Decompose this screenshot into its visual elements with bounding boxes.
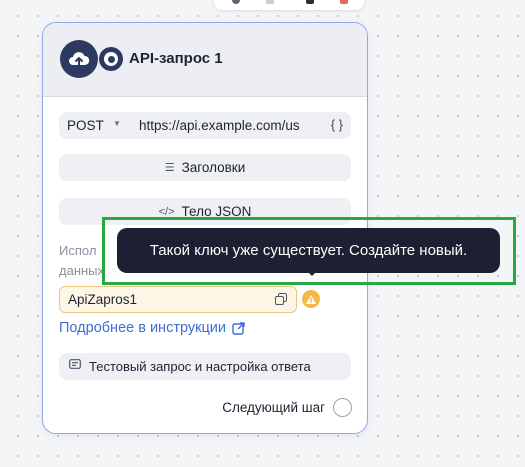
key-input[interactable]: ApiZapros1	[59, 286, 297, 313]
key-hint-line: данных	[59, 263, 105, 278]
message-icon	[69, 359, 81, 374]
warning-icon[interactable]	[302, 290, 320, 308]
node-title: API-запрос 1	[129, 50, 223, 67]
list-icon: ☰	[164, 162, 175, 174]
code-icon: </>	[158, 205, 175, 218]
tooltip-text: Такой ключ уже существует. Создайте новы…	[149, 242, 468, 259]
docs-link[interactable]: Подробнее в инструкции	[59, 320, 245, 336]
headers-label: Заголовки	[181, 160, 246, 175]
next-step-label: Следующий шаг	[222, 400, 325, 415]
docs-link-text[interactable]: Подробнее в инструкции	[59, 320, 226, 336]
target-icon	[99, 47, 123, 71]
method-select[interactable]: POST	[67, 118, 104, 133]
tooltip-highlight: Такой ключ уже существует. Создайте новы…	[102, 217, 516, 285]
test-request-label: Тестовый запрос и настройка ответа	[89, 359, 311, 374]
request-row: POST ▼ https://api.example.com/us { }	[59, 112, 351, 139]
upload-cloud-icon	[60, 40, 98, 78]
test-request-button[interactable]: Тестовый запрос и настройка ответа	[59, 353, 351, 380]
duplicate-key-tooltip: Такой ключ уже существует. Создайте новы…	[117, 228, 500, 273]
toolbar-icon[interactable]	[306, 0, 314, 4]
caret-down-icon[interactable]: ▼	[113, 119, 121, 128]
braces-icon[interactable]: { }	[331, 117, 343, 132]
tooltip-arrow	[306, 270, 318, 276]
copy-icon[interactable]	[275, 293, 287, 305]
node-header: API-запрос 1	[43, 23, 367, 97]
headers-button[interactable]: ☰ Заголовки	[59, 154, 351, 181]
external-link-icon[interactable]	[232, 321, 245, 335]
key-hint: Испол данных	[59, 241, 104, 281]
toolbar-icon[interactable]	[266, 0, 274, 4]
key-hint-line: Испол	[59, 243, 97, 258]
url-input[interactable]: https://api.example.com/us	[139, 118, 325, 133]
next-step[interactable]: Следующий шаг	[222, 398, 352, 417]
top-toolbar	[214, 0, 364, 10]
toolbar-icon[interactable]	[340, 0, 348, 4]
key-value: ApiZapros1	[68, 292, 138, 307]
next-step-connector[interactable]	[333, 398, 352, 417]
toolbar-icon[interactable]	[232, 0, 240, 4]
